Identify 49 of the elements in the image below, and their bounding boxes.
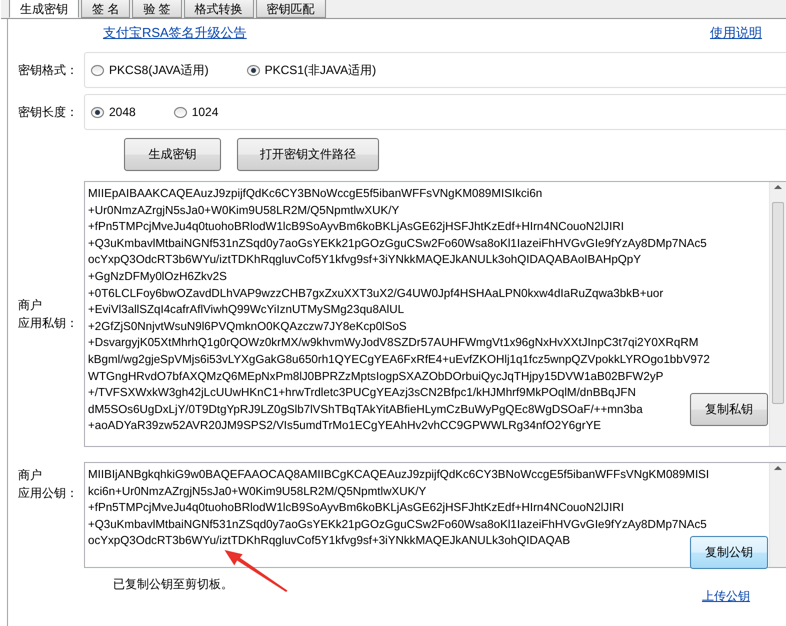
key-text-line: kci6n+Ur0NmzAZrgjN5sJa0+W0Kim9U58LR2M/Q5NpmtlwXUK/Y	[88, 484, 426, 500]
key-text-line: ocYxpQ3OdcRT3b6WYu/iztTDKhRqgluvCof5Y1kfvg9sf+3iYNkkMAQEJkANULk3ohQIDAQABAoIBAHpQpY	[88, 252, 641, 268]
tab[interactable]: 生成密钥	[9, 0, 79, 18]
key-text-line: +2GfZjS0NnjvtWsuN9l6PVQmknO0KQAzczw7JY8eKcp0lSoS	[88, 318, 407, 335]
radio-button[interactable]	[246, 64, 260, 76]
action-button[interactable]: 打开密钥文件路径	[237, 138, 379, 171]
radio-label[interactable]: PKCS8(JAVA适用)	[109, 62, 209, 78]
upload-link[interactable]: 上传公钥	[702, 588, 750, 605]
key-text-line: +/TVFSXWxkW3gh42jLcUUwHKnC1+hrwTrdletc3PUCgYEAzj3sCN2Bfpc1/kHJMhrf9MkPOqlM/dnBBqJFN	[88, 385, 636, 402]
key-text-area[interactable]	[84, 181, 786, 447]
key-text-area[interactable]	[84, 462, 786, 568]
field-label: 密钥长度：	[17, 104, 79, 120]
key-text-line: +Q3uKmbavlMtbaiNGNf531nZSqd0y7aoGsYEKk21pGOzGguCSw2Fo60Wsa8oKl1IazeiFhHVGvGIe9fYzAy8DMp7NAc5	[88, 236, 707, 252]
radio-button[interactable]	[91, 64, 104, 76]
radio-label[interactable]: 1024	[192, 105, 218, 119]
key-text-line: MIIEpAIBAAKCAQEAuzJ9zpijfQdKc6CY3BNoWccgE5f5ibanWFFsVNgKM089MISIkci6n	[88, 186, 542, 202]
key-text-line: +aoADYaR39zw52AVR20JM9SPS2/VIs5umdTrMo1ECgYEAhHv2vhCC9GPWWLRg34nfO2Y6grYE	[88, 418, 602, 434]
radio-button[interactable]	[91, 106, 104, 118]
key-text-line: kBgml/wg2gjeSpVMjs6i53vLYXgGakG8u650rh1QYECgYEA6FxRfE4+uEvfZKOHlj1q1fcz5wnpQZVpokkLYROgo1bbV972	[88, 352, 710, 368]
tab[interactable]: 签 名	[81, 0, 130, 18]
key-text-line: +fPn5TMPcjMveJu4q0tuohoBRlodW1lcB9SoAyvBm6koBKLjAsGE62jHSFJhtKzEdf+HIrn4NCouoN2lJIRI	[88, 219, 624, 236]
key-text-line: ocYxpQ3OdcRT3b6WYu/iztTDKhRqgluvCof5Y1kfvg9sf+3iYNkkMAQEJkANULk3ohQIDAQAB	[88, 533, 570, 550]
scrollbar[interactable]	[769, 182, 786, 446]
radio-label[interactable]: PKCS1(非JAVA适用)	[264, 62, 376, 78]
key-text-line: MIIBIjANBgkqhkiG9w0BAQEFAAOCAQ8AMIIBCgKCAQEAuzJ9zpijfQdKc6CY3BNoWccgE5f5ibanWFFsVNgKM089MISI	[88, 467, 710, 483]
field-label: 密钥格式：	[17, 62, 79, 78]
key-text-line: +DsvargyjK05XtMhrhQ1g0rQOWz0krMX/w9khvmWyJodV8SZDr57AUHFWmgVt1x96gNxHvXXtJInpC3t7qi2Y0XRqRM	[88, 335, 698, 352]
key-text-line: WTGngHRvdO7bfAXQMzQ6MEpNxPm8lJ0BPRZzMptsIogpSXAZObDOrbuiQycJqTHjpy15DVW1aB02BFW2yP	[88, 368, 664, 385]
tab[interactable]: 格式转换	[184, 0, 254, 18]
field-label: 商户 应用公钥：	[17, 467, 79, 502]
scrollbar[interactable]	[769, 463, 786, 567]
key-text-line: dM5SOs6UgDxLjY/0T9DtgYpRJ9LZ0gSlb7lVShTBqTAkYitABfieHLymCzBuWyPgQEc8WgDSOaF/++mn3ba	[88, 402, 643, 418]
key-text-line: +EviVl3allSZqI4cafrAflViwhQ99WcYiIznUTMySMg23qu8AlUL	[88, 302, 404, 318]
tab[interactable]: 验 签	[132, 0, 182, 18]
status-message: 已复制公钥至剪切板。	[113, 576, 233, 593]
radio-label[interactable]: 2048	[109, 105, 136, 119]
copy-button[interactable]: 复制公钥	[690, 536, 768, 569]
help-link[interactable]: 使用说明	[710, 24, 762, 42]
radio-button[interactable]	[174, 106, 187, 118]
action-button[interactable]: 生成密钥	[124, 138, 221, 171]
key-text-line: +Q3uKmbavlMtbaiNGNf531nZSqd0y7aoGsYEKk21pGOzGguCSw2Fo60Wsa8oKl1IazeiFhHVGvGIe9fYzAy8DMp7NAc5	[88, 516, 707, 533]
field-label: 商户 应用私钥：	[17, 297, 79, 332]
copy-button[interactable]: 复制私钥	[690, 393, 768, 426]
tab[interactable]: 密钥匹配	[256, 0, 326, 18]
notice-link[interactable]: 支付宝RSA签名升级公告	[103, 24, 247, 42]
key-text-line: +Ur0NmzAZrgjN5sJa0+W0Kim9U58LR2M/Q5NpmtlwXUK/Y	[88, 202, 400, 219]
key-text-line: +fPn5TMPcjMveJu4q0tuohoBRlodW1lcB9SoAyvBm6koBKLjAsGE62jHSFJhtKzEdf+HIrn4NCouoN2lJIRI	[88, 500, 624, 516]
key-text-line: +GgNzDFMy0lOzH6Zkv2S	[88, 268, 227, 285]
key-text-line: +0T6LCLFoy6bwOZavdDLhVAP9wzzCHB7gxZxuXXT3uX2/G4UW0Jpf4HSHAaLPN0kxw4dIaRuZqwa3bkB+uor	[88, 286, 664, 302]
